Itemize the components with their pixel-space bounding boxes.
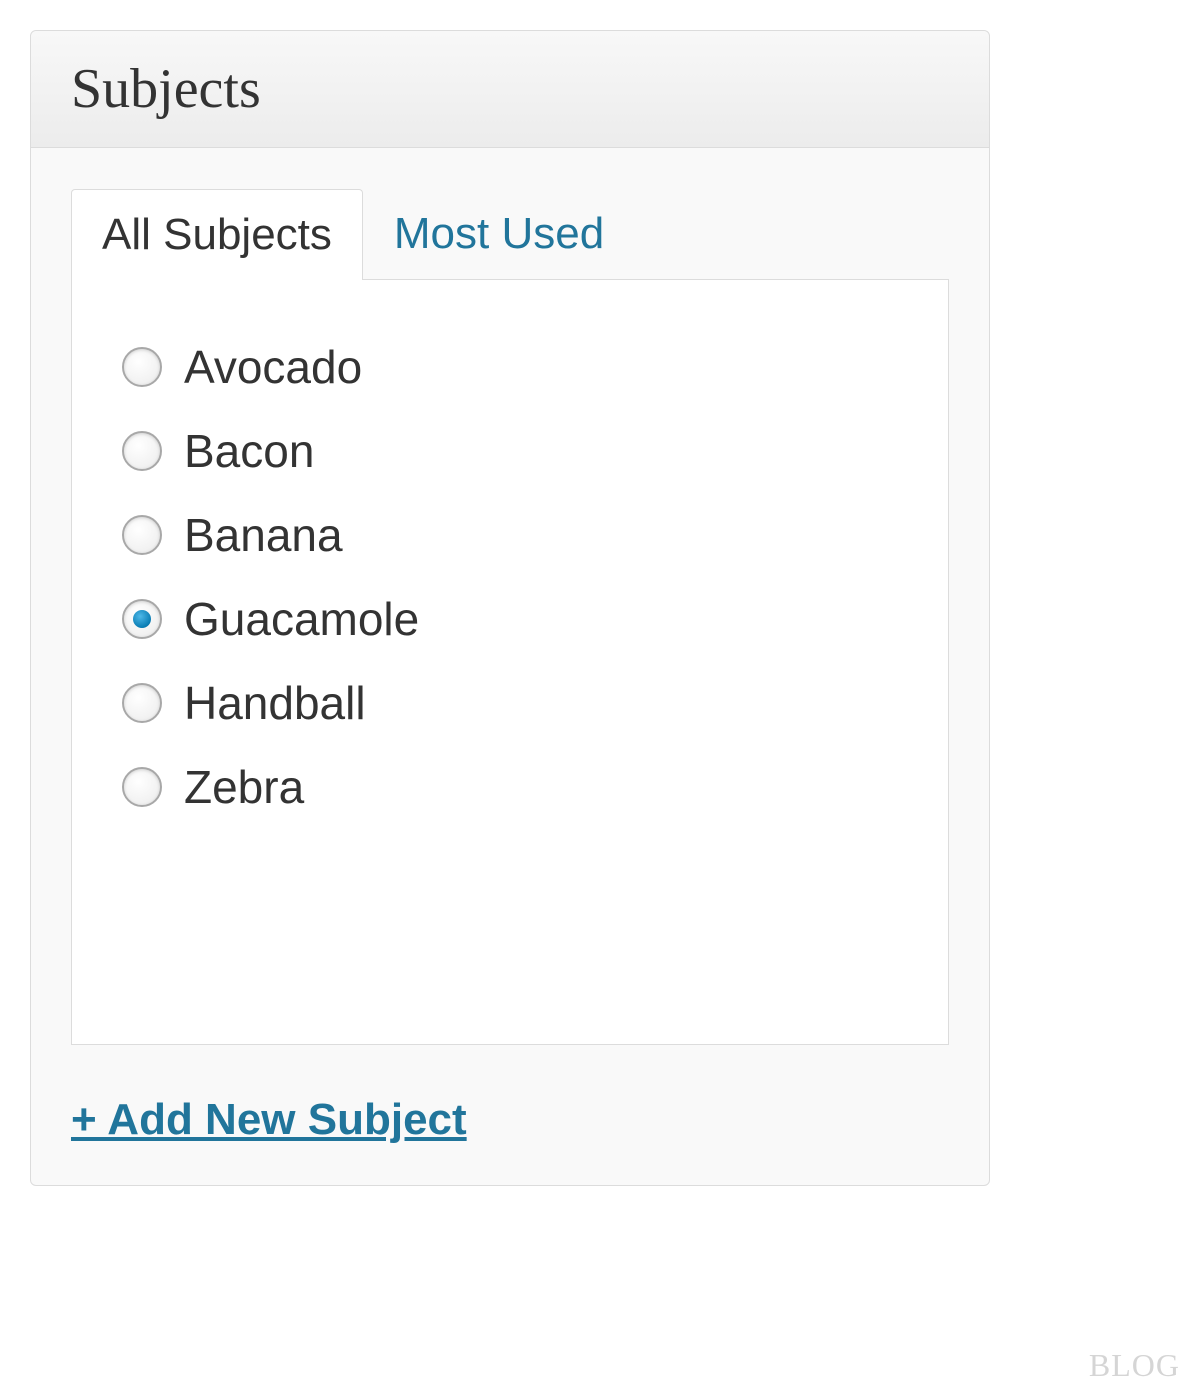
watermark: BLOG	[1089, 1347, 1180, 1384]
tab-content: Avocado Bacon Banana Guacamole Handball	[71, 279, 949, 1045]
subject-label: Zebra	[184, 760, 304, 814]
panel-body: All Subjects Most Used Avocado Bacon Ban…	[31, 148, 989, 1185]
subject-radio-item[interactable]: Avocado	[122, 340, 898, 394]
tab-all-subjects[interactable]: All Subjects	[71, 189, 363, 280]
radio-icon	[122, 431, 162, 471]
subject-label: Bacon	[184, 424, 314, 478]
tab-most-used[interactable]: Most Used	[363, 188, 635, 279]
subject-label: Avocado	[184, 340, 362, 394]
subject-radio-item[interactable]: Zebra	[122, 760, 898, 814]
subject-label: Handball	[184, 676, 366, 730]
add-new-subject-link[interactable]: + Add New Subject	[71, 1095, 467, 1145]
panel-header: Subjects	[31, 31, 989, 148]
subject-radio-item[interactable]: Handball	[122, 676, 898, 730]
panel-title: Subjects	[71, 57, 949, 121]
subjects-radio-list: Avocado Bacon Banana Guacamole Handball	[122, 340, 898, 814]
tab-row: All Subjects Most Used	[71, 188, 949, 279]
radio-icon	[122, 767, 162, 807]
radio-icon	[122, 599, 162, 639]
tab-label: All Subjects	[102, 210, 332, 259]
subjects-panel: Subjects All Subjects Most Used Avocado …	[30, 30, 990, 1186]
subject-radio-item[interactable]: Bacon	[122, 424, 898, 478]
radio-icon	[122, 515, 162, 555]
subject-label: Banana	[184, 508, 343, 562]
radio-icon	[122, 683, 162, 723]
subject-radio-item[interactable]: Banana	[122, 508, 898, 562]
subject-label: Guacamole	[184, 592, 419, 646]
subject-radio-item[interactable]: Guacamole	[122, 592, 898, 646]
radio-icon	[122, 347, 162, 387]
tab-label: Most Used	[394, 209, 604, 258]
